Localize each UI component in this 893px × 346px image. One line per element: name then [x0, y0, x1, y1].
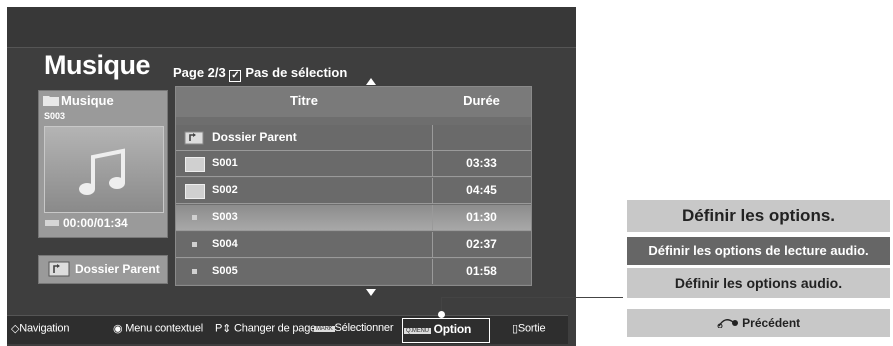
folder-icon: [185, 184, 205, 199]
qmenu-key-icon: Q.MENU: [404, 328, 431, 334]
table-row-selected[interactable]: S003 01:30: [176, 205, 531, 231]
scroll-up-icon[interactable]: [366, 78, 376, 85]
menu-item-audio-options[interactable]: Définir les options audio.: [627, 268, 890, 298]
folder-icon: [43, 96, 59, 106]
column-duration: Durée: [463, 93, 500, 108]
back-arrow-icon: [717, 319, 738, 329]
hint-exit-text: Sortie: [517, 322, 546, 335]
hint-context-menu: ◉ Menu contextuel: [113, 322, 203, 335]
table-row[interactable]: S004 02:37: [176, 232, 531, 258]
row-duration: 02:37: [466, 237, 497, 251]
folder-label-text: Musique: [61, 93, 114, 108]
progress-bar: [45, 220, 59, 226]
music-note-icon: [79, 148, 125, 195]
top-band: [7, 7, 576, 48]
file-icon: [192, 242, 197, 247]
row-name: S001: [212, 157, 238, 169]
folder-label: Musique: [43, 93, 114, 108]
help-bar: ◇Navigation ◉ Menu contextuel P⇕ Changer…: [7, 315, 568, 344]
hint-select-text: Sélectionner: [334, 322, 394, 334]
callout-line: [441, 297, 623, 298]
preview-panel: Musique S003 00:00/01:34: [38, 90, 168, 238]
page-title: Musique: [44, 50, 151, 80]
row-name: Dossier Parent: [212, 130, 297, 144]
row-duration: 04:45: [466, 183, 497, 197]
page-key-label: P: [215, 322, 223, 335]
back-label: Précédent: [742, 316, 801, 330]
parent-folder-label: Dossier Parent: [75, 262, 160, 276]
hint-context-menu-text: Menu contextuel: [125, 322, 203, 335]
row-name: S005: [212, 265, 238, 277]
hint-exit: ▯Sortie: [512, 322, 546, 335]
row-name: S004: [212, 238, 238, 250]
parent-folder-icon: [184, 131, 204, 145]
table-row[interactable]: Dossier Parent: [176, 125, 531, 151]
back-button[interactable]: Précédent: [627, 309, 890, 337]
column-divider: [432, 125, 433, 150]
checkbox-icon: ✓: [229, 70, 242, 82]
mark-key-icon: MARK: [314, 326, 335, 332]
playback-time-text: 00:00/01:34: [63, 216, 128, 230]
row-duration: 01:58: [466, 264, 497, 278]
parent-folder-button[interactable]: Dossier Parent: [38, 255, 168, 284]
scroll-down-icon[interactable]: [366, 289, 376, 296]
row-duration: 01:30: [466, 210, 497, 224]
option-panel-title: Définir les options.: [627, 200, 890, 232]
page-number: Page 2/3: [173, 65, 226, 80]
column-title: Titre: [290, 93, 318, 108]
table-row[interactable]: S001 03:33: [176, 151, 531, 177]
hint-option-text: Option: [433, 322, 472, 336]
current-track: S003: [44, 111, 66, 121]
hint-option: Q.MENU Option: [404, 322, 471, 336]
selection-status: Pas de sélection: [245, 65, 348, 80]
option-panel: Définir les options. Définir les options…: [623, 193, 893, 346]
album-art: [44, 126, 164, 213]
hint-navigation-text: Navigation: [19, 322, 70, 335]
hint-select: MARK Sélectionner: [314, 322, 393, 334]
hint-navigation: ◇Navigation: [11, 322, 69, 335]
row-name: S003: [212, 211, 238, 223]
file-list: Titre Durée Dossier Parent S001 03:33 S0…: [175, 86, 532, 286]
table-row[interactable]: S002 04:45: [176, 178, 531, 204]
playback-time: 00:00/01:34: [45, 216, 128, 230]
table-row[interactable]: S005 01:58: [176, 259, 531, 284]
file-icon: [192, 269, 197, 274]
menu-item-playback-options[interactable]: Définir les options de lecture audio.: [627, 237, 890, 265]
ok-button-icon: ◉: [113, 323, 123, 335]
table-header: Titre Durée: [176, 87, 531, 117]
hint-page-change-text: Changer de page: [234, 322, 317, 335]
page-key-icon: ⇕: [222, 323, 232, 335]
callout-dot: [438, 311, 445, 318]
folder-icon: [185, 157, 205, 172]
row-name: S002: [212, 184, 238, 196]
file-icon: [192, 215, 197, 220]
row-duration: 03:33: [466, 156, 497, 170]
parent-folder-icon: [48, 261, 70, 277]
page-info: Page 2/3 ✓ Pas de sélection: [173, 65, 347, 82]
hint-page-change: P⇕ Changer de page: [215, 322, 316, 335]
